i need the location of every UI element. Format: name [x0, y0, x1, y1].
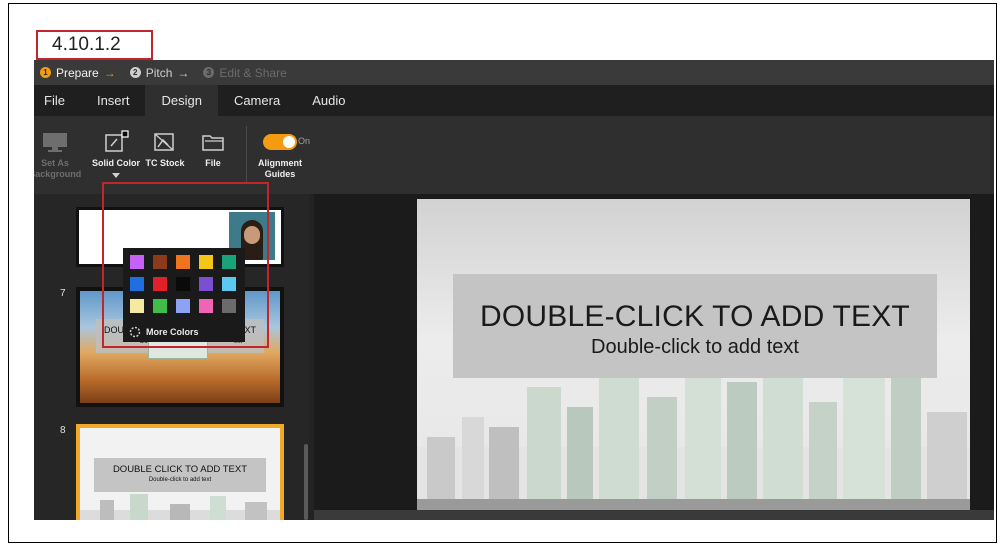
toggle-switch[interactable]	[263, 130, 297, 154]
app-window: 1 Prepare → 2 Pitch → 3 Edit & Share Fil…	[34, 60, 994, 520]
menu-camera[interactable]: Camera	[218, 85, 296, 116]
file-button[interactable]: File	[198, 130, 228, 169]
step-number: 2	[129, 67, 141, 78]
alignment-guides-label: Alignment Guides	[258, 158, 302, 179]
slide-canvas[interactable]: DOUBLE-CLICK TO ADD TEXT Double-click to…	[417, 199, 970, 510]
tc-stock-button[interactable]: TC Stock	[144, 130, 186, 169]
thumb-subtitle: Double-click to add text	[148, 477, 212, 483]
solid-color-button[interactable]: Solid Color	[90, 130, 142, 179]
menu-design[interactable]: Design	[145, 85, 218, 116]
slide-number: 8	[60, 425, 66, 436]
stock-image-icon	[153, 130, 177, 154]
thumb-title-box: DOUBLE CLICK TO ADD TEXT Double-click to…	[94, 458, 266, 492]
menu-audio[interactable]: Audio	[296, 85, 361, 116]
title-placeholder[interactable]: DOUBLE-CLICK TO ADD TEXT Double-click to…	[453, 274, 937, 378]
toggle-state-label: On	[298, 136, 311, 146]
slide-thumbnail-selected[interactable]: DOUBLE CLICK TO ADD TEXT Double-click to…	[76, 424, 284, 520]
step-label: Pitch	[145, 65, 173, 80]
step-number: 3	[203, 67, 215, 78]
set-background-label: Set As Background	[34, 158, 82, 179]
city-skyline-image	[80, 494, 280, 520]
step-pitch[interactable]: 2 Pitch →	[129, 65, 190, 80]
slide-subtitle: Double-click to add text	[591, 336, 799, 358]
ribbon-divider	[246, 126, 247, 182]
thumb-title: DOUBLE CLICK TO ADD TEXT	[112, 464, 248, 475]
arrow-right-icon: →	[177, 65, 190, 80]
menu-insert[interactable]: Insert	[81, 85, 146, 116]
menu-file[interactable]: File	[34, 85, 81, 116]
folder-icon	[201, 130, 225, 154]
slide-title: DOUBLE-CLICK TO ADD TEXT	[480, 300, 910, 333]
step-label: Edit & Share	[219, 65, 287, 80]
highlight-annotation	[102, 182, 269, 348]
slide-number: 7	[60, 288, 66, 299]
monitor-icon	[41, 130, 69, 154]
file-label: File	[205, 158, 221, 168]
canvas-bottom-bar	[314, 510, 994, 520]
section-label: 4.10.1.2	[36, 30, 153, 60]
set-background-button[interactable]: Set As Background	[34, 130, 82, 180]
step-label: Prepare	[56, 65, 99, 80]
step-prepare[interactable]: 1 Prepare →	[40, 66, 116, 80]
menu-bar: File Insert Design Camera Audio	[34, 85, 994, 116]
step-number: 1	[40, 67, 51, 78]
step-edit-share[interactable]: 3 Edit & Share	[203, 65, 287, 80]
paint-bucket-icon	[103, 130, 129, 154]
chevron-down-icon[interactable]	[112, 173, 120, 179]
solid-color-label: Solid Color	[92, 158, 140, 168]
slides-scrollbar[interactable]	[304, 444, 308, 520]
arrow-right-icon: →	[103, 65, 116, 80]
tc-stock-label: TC Stock	[145, 158, 185, 168]
workflow-steps: 1 Prepare → 2 Pitch → 3 Edit & Share	[34, 60, 994, 85]
canvas-area: DOUBLE-CLICK TO ADD TEXT Double-click to…	[314, 194, 994, 520]
